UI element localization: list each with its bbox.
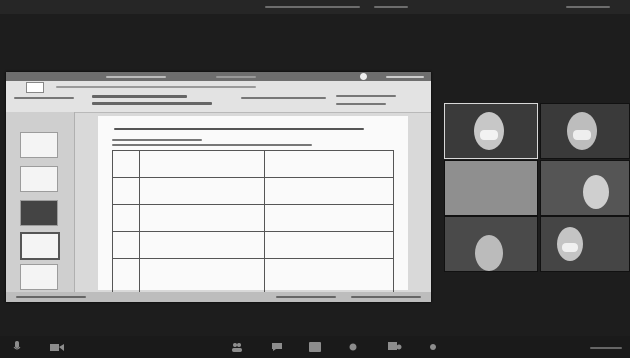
participant-video[interactable] <box>540 216 630 272</box>
ribbon-group-6[interactable] <box>336 103 386 105</box>
slide-counter <box>16 296 86 298</box>
slide-subtext <box>112 139 202 141</box>
participant-video[interactable] <box>444 103 538 159</box>
shared-screen-powerpoint <box>6 72 431 302</box>
slide-thumbnail[interactable] <box>20 264 58 290</box>
table-cell <box>112 231 140 259</box>
ribbon-group-5[interactable] <box>336 95 396 97</box>
status-bar <box>6 292 431 302</box>
slide-thumbnail-selected[interactable] <box>20 232 60 260</box>
participants-icon[interactable] <box>228 340 246 354</box>
face-mask <box>562 243 578 252</box>
ribbon-group-2[interactable] <box>92 95 187 98</box>
table-cell <box>264 177 394 205</box>
participant-video[interactable] <box>540 160 630 216</box>
ribbon-group-3[interactable] <box>92 102 212 105</box>
window-controls[interactable] <box>386 76 424 78</box>
face-mask <box>573 130 591 140</box>
view-menu[interactable] <box>374 6 408 8</box>
participant-video[interactable] <box>444 216 538 272</box>
view-buttons[interactable] <box>276 296 336 298</box>
chat-icon[interactable] <box>268 340 286 354</box>
slide-heading <box>114 128 364 130</box>
more-icon[interactable] <box>424 340 442 354</box>
top-right-status <box>566 6 610 8</box>
ribbon-group-1[interactable] <box>14 97 74 99</box>
table-cell <box>264 150 394 178</box>
zoom-slider[interactable] <box>351 296 421 298</box>
reactions-icon[interactable] <box>386 340 404 354</box>
app-title <box>106 76 166 78</box>
microphone-icon[interactable] <box>8 340 26 354</box>
share-screen-icon[interactable] <box>306 340 324 354</box>
slide-thumbnail[interactable] <box>20 132 58 158</box>
app-title-bar <box>6 72 431 81</box>
table-cell <box>112 204 140 232</box>
slide-thumbnail[interactable] <box>20 166 58 192</box>
video-icon[interactable] <box>48 340 66 354</box>
table-cell <box>139 177 265 205</box>
slide-thumbnails-pane <box>6 112 75 292</box>
top-bar <box>0 0 630 14</box>
record-icon[interactable] <box>344 340 362 354</box>
user-avatar <box>360 73 367 80</box>
participant-face <box>475 235 503 271</box>
ribbon <box>6 81 431 113</box>
participant-video-off[interactable] <box>444 160 538 216</box>
table-cell <box>139 150 265 178</box>
face-mask <box>480 130 498 140</box>
share-banner <box>265 6 360 8</box>
search-box[interactable] <box>216 76 256 78</box>
ribbon-group-4[interactable] <box>241 97 326 99</box>
slide-subtext <box>112 144 312 146</box>
table-cell <box>112 177 140 205</box>
slide-table <box>112 150 394 300</box>
file-tab[interactable] <box>26 82 44 93</box>
table-cell <box>264 204 394 232</box>
ribbon-tabs[interactable] <box>56 86 256 88</box>
end-meeting-button[interactable] <box>590 347 622 349</box>
table-cell <box>112 150 140 178</box>
table-cell <box>264 231 394 259</box>
table-cell <box>139 231 265 259</box>
participant-video[interactable] <box>540 103 630 159</box>
slide-canvas[interactable] <box>98 116 408 300</box>
slide-thumbnail[interactable] <box>20 200 58 226</box>
table-cell <box>139 204 265 232</box>
participant-face <box>583 175 609 209</box>
